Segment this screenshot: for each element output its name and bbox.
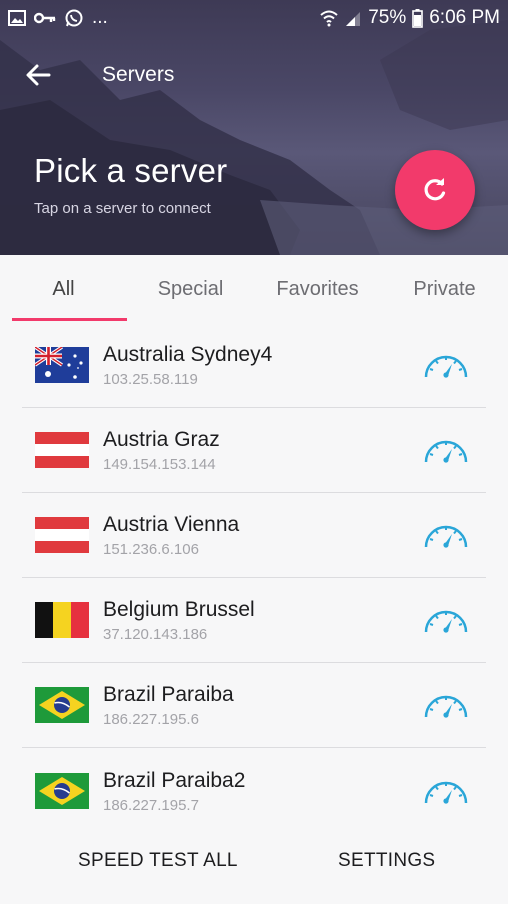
- server-row[interactable]: Austria Graz 149.154.153.144: [22, 408, 486, 493]
- speedometer-icon: [424, 695, 468, 718]
- server-ip: 149.154.153.144: [103, 456, 216, 473]
- brazil-flag-icon: [35, 687, 89, 723]
- speedometer-icon: [424, 525, 468, 548]
- tab-label: Private: [413, 277, 476, 300]
- back-button[interactable]: [8, 50, 68, 100]
- austria-flag-icon: [35, 432, 89, 468]
- status-more-dots: ...: [92, 7, 108, 28]
- speed-test-button[interactable]: [420, 685, 472, 725]
- server-tabs: All Special Favorites Private: [0, 255, 508, 323]
- whatsapp-icon: [64, 8, 84, 28]
- hero-title: Pick a server: [34, 152, 228, 189]
- belgium-flag-icon: [35, 602, 89, 638]
- speed-test-button[interactable]: [420, 771, 472, 811]
- austria-flag-icon: [35, 517, 89, 553]
- wifi-icon: [320, 9, 338, 27]
- server-row[interactable]: Austria Vienna 151.236.6.106: [22, 493, 486, 578]
- server-row[interactable]: Australia Sydney4 103.25.58.119: [22, 323, 486, 408]
- server-name: Austria Vienna: [103, 513, 240, 536]
- server-row[interactable]: Belgium Brussel 37.120.143.186: [22, 578, 486, 663]
- hero-subtitle: Tap on a server to connect: [34, 200, 211, 217]
- server-name: Brazil Paraiba: [103, 683, 234, 706]
- app-bar: Servers: [0, 50, 508, 100]
- page-title: Servers: [102, 63, 175, 86]
- status-bar: ... 75% 6:06 PM: [0, 0, 508, 36]
- refresh-icon: [424, 178, 446, 201]
- speed-test-button[interactable]: [420, 430, 472, 470]
- server-name: Australia Sydney4: [103, 343, 273, 366]
- clock-time: 6:06 PM: [429, 7, 500, 28]
- battery-percent: 75%: [368, 7, 407, 28]
- tab-all[interactable]: All: [0, 255, 127, 323]
- speedometer-icon: [424, 781, 468, 804]
- server-ip: 186.227.195.7: [103, 796, 199, 814]
- refresh-button[interactable]: [395, 150, 475, 230]
- image-icon: [8, 10, 26, 26]
- speed-test-button[interactable]: [420, 600, 472, 640]
- server-row[interactable]: Brazil Paraiba2 186.227.195.7: [22, 748, 486, 833]
- server-row[interactable]: Brazil Paraiba 186.227.195.6: [22, 663, 486, 748]
- tab-label: Favorites: [276, 277, 359, 300]
- arrow-left-icon: [26, 64, 51, 86]
- server-ip: 186.227.195.6: [103, 711, 199, 728]
- speed-test-button[interactable]: [420, 345, 472, 385]
- tab-special[interactable]: Special: [127, 255, 254, 323]
- brazil-flag-icon: [35, 772, 89, 809]
- speedometer-icon: [424, 440, 468, 463]
- battery-icon: [412, 8, 424, 28]
- server-ip: 37.120.143.186: [103, 626, 208, 643]
- tab-private[interactable]: Private: [381, 255, 508, 323]
- tab-label: Special: [157, 277, 224, 300]
- key-icon: [34, 12, 56, 24]
- server-ip: 103.25.58.119: [103, 371, 198, 388]
- server-name: Brazil Paraiba2: [103, 768, 246, 792]
- speed-test-button[interactable]: [420, 515, 472, 555]
- speed-test-all-button[interactable]: SPEED TEST ALL: [78, 850, 238, 872]
- server-ip: 151.236.6.106: [103, 541, 199, 558]
- tab-label: All: [52, 277, 75, 300]
- server-name: Belgium Brussel: [103, 598, 255, 621]
- signal-icon: [344, 9, 362, 27]
- speedometer-icon: [424, 355, 468, 378]
- bottom-actions: SPEED TEST ALL SETTINGS: [0, 840, 508, 886]
- server-list: Australia Sydney4 103.25.58.119 Austria …: [22, 323, 486, 833]
- speedometer-icon: [424, 610, 468, 633]
- server-name: Austria Graz: [103, 428, 220, 451]
- settings-button[interactable]: SETTINGS: [338, 850, 435, 872]
- australia-flag-icon: [35, 347, 89, 383]
- tab-favorites[interactable]: Favorites: [254, 255, 381, 323]
